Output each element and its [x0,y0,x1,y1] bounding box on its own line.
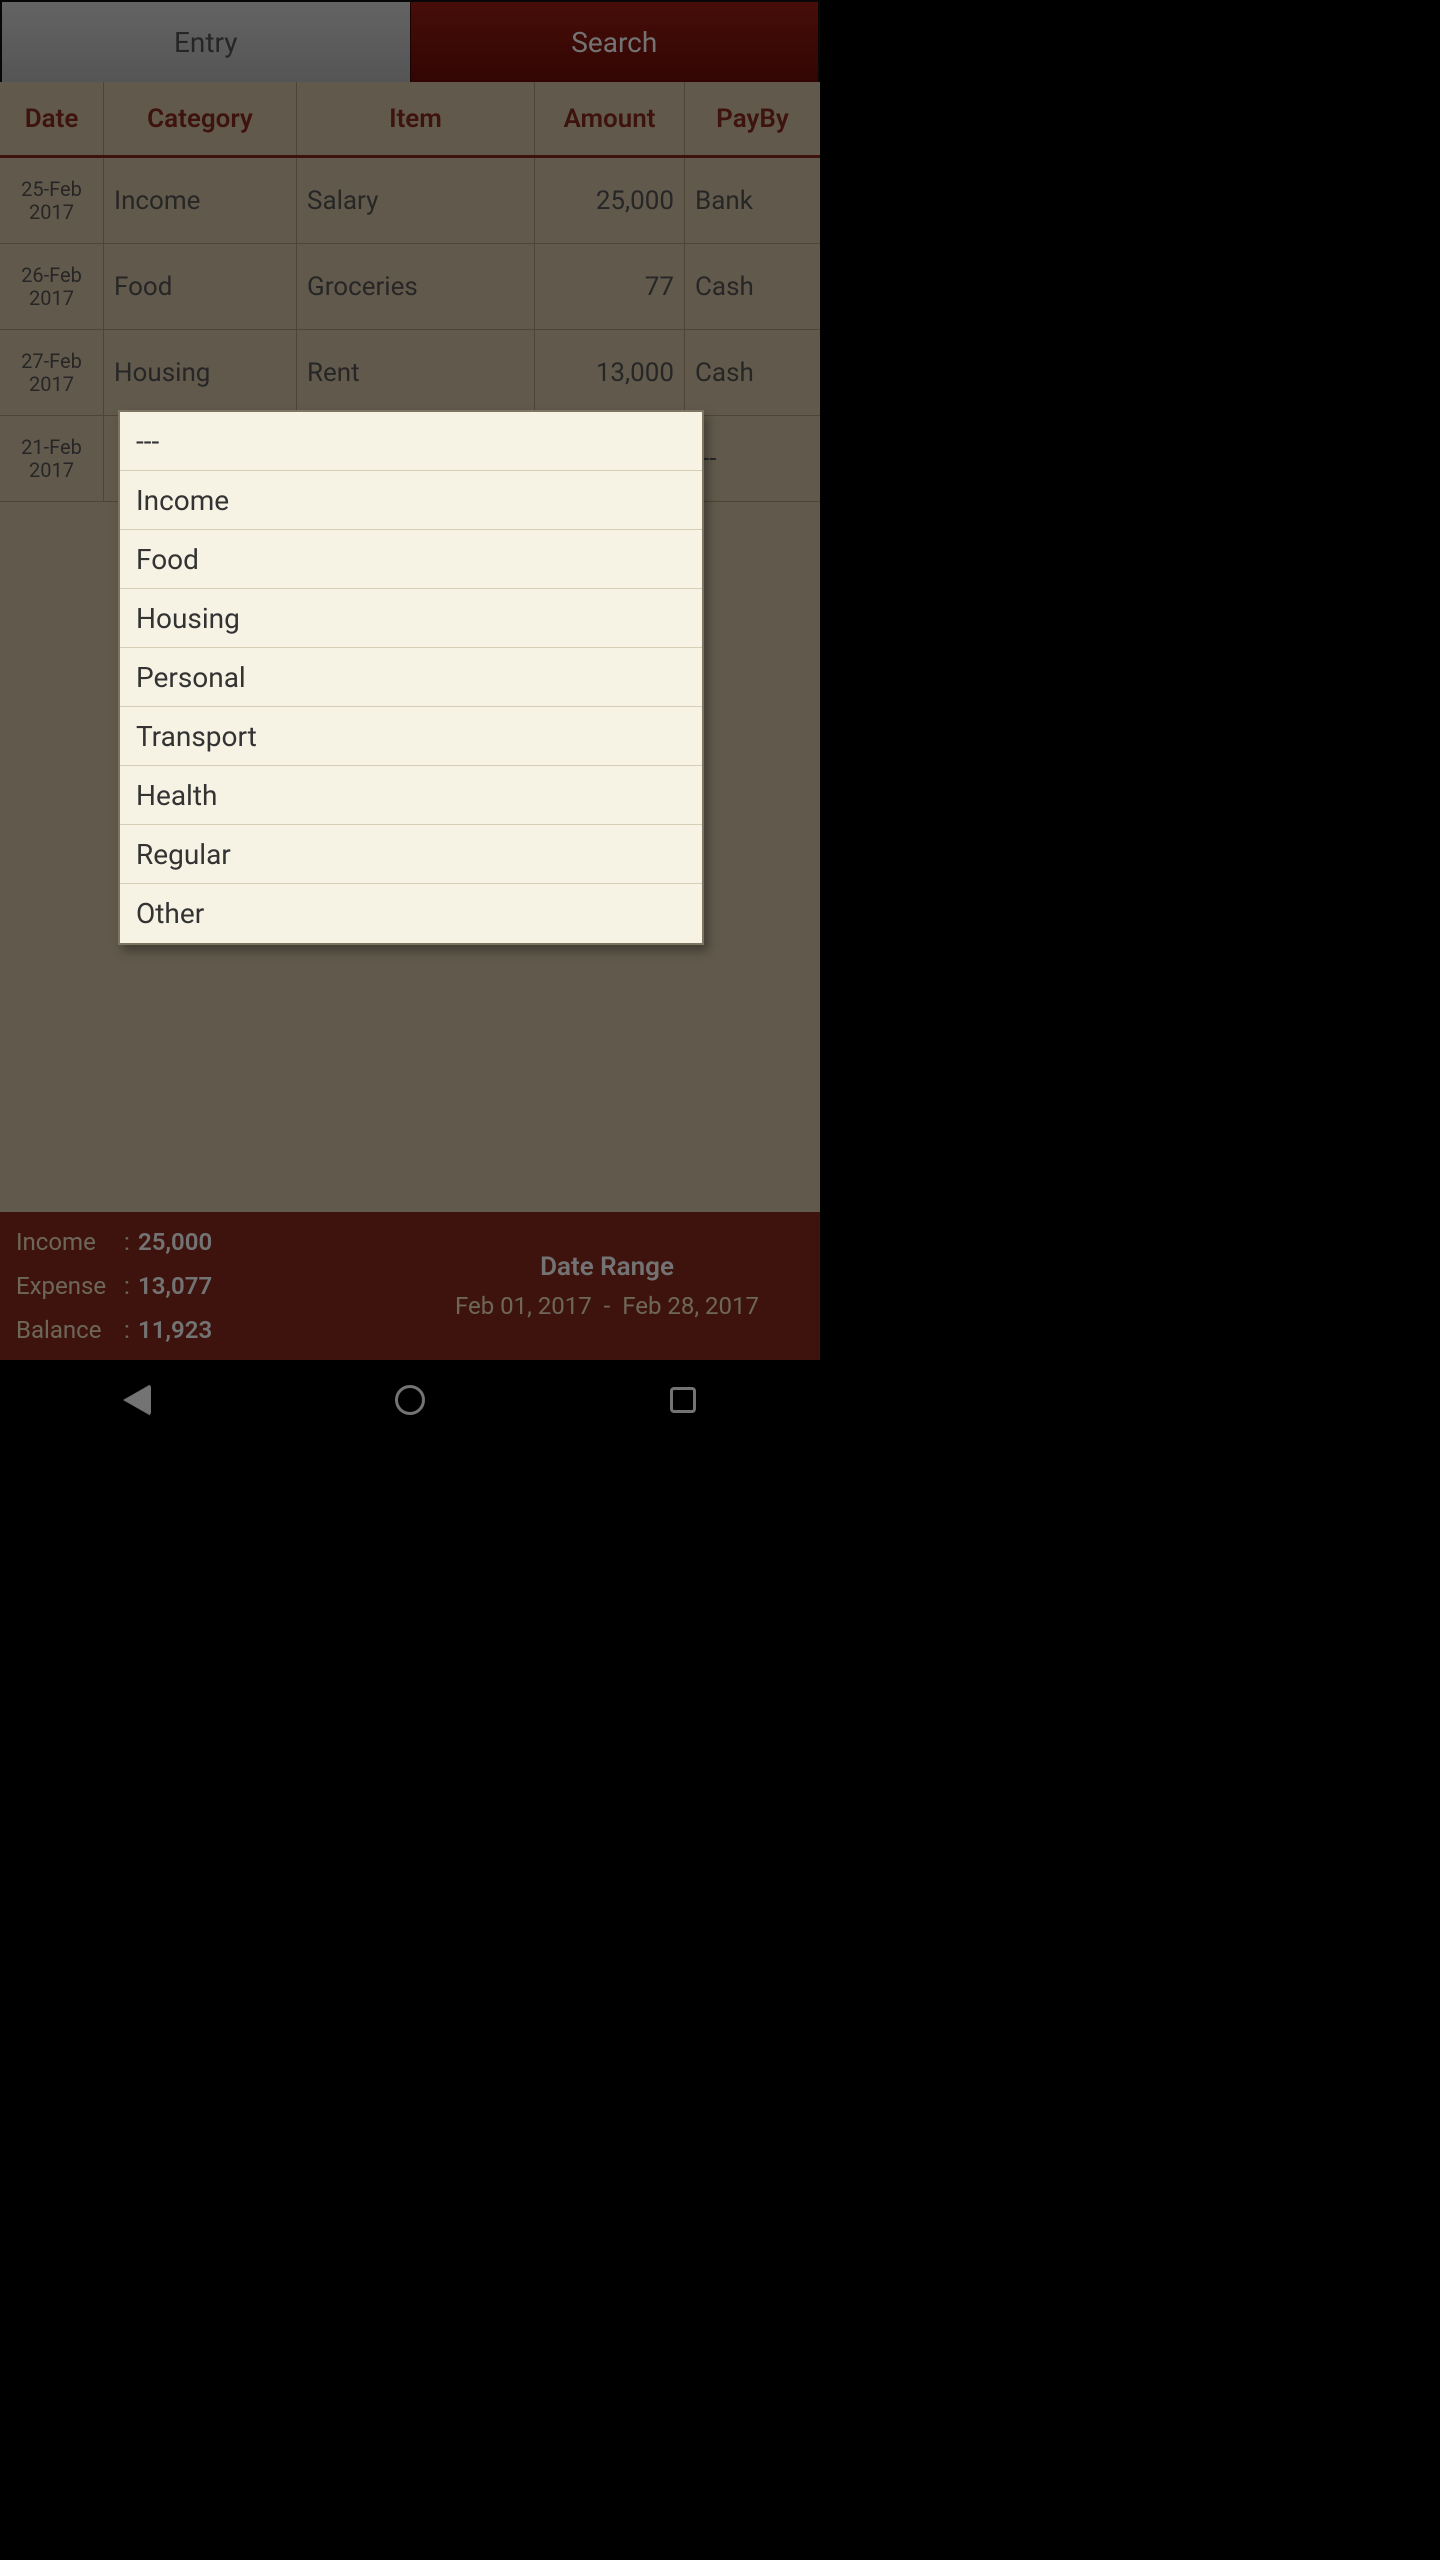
category-option-food[interactable]: Food [120,530,702,589]
category-option-personal[interactable]: Personal [120,648,702,707]
category-option-housing[interactable]: Housing [120,589,702,648]
category-option-other[interactable]: Other [120,884,702,943]
screen: Entry Search Date Category Item Amount P… [0,0,820,1440]
category-option-transport[interactable]: Transport [120,707,702,766]
category-option-regular[interactable]: Regular [120,825,702,884]
category-option-income[interactable]: Income [120,471,702,530]
category-option-health[interactable]: Health [120,766,702,825]
category-option-none[interactable]: --- [120,412,702,471]
category-picker-popup: --- Income Food Housing Personal Transpo… [118,410,704,945]
